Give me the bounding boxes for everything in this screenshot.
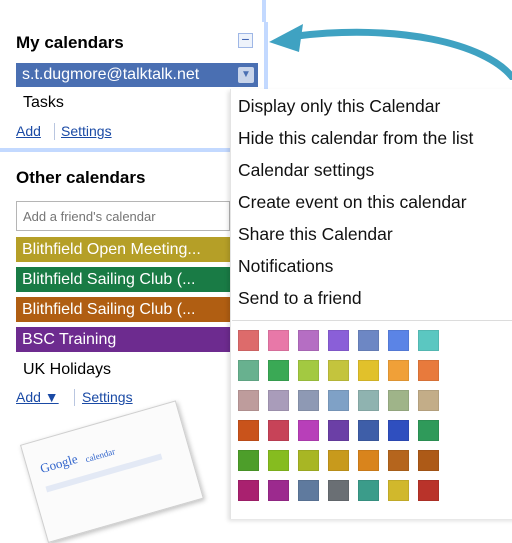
color-swatch[interactable] — [298, 420, 319, 441]
add-friend-calendar-input[interactable] — [16, 201, 230, 231]
tasks-calendar-item[interactable]: Tasks — [23, 94, 64, 112]
calendar-sidebar: My calendars − s.t.dugmore@talktalk.net … — [0, 0, 268, 420]
curved-arrow-icon — [269, 24, 512, 80]
other-calendars-title: Other calendars — [16, 168, 146, 187]
color-swatch[interactable] — [298, 480, 319, 501]
color-swatch[interactable] — [388, 360, 409, 381]
other-calendar-item[interactable]: BSC Training — [16, 327, 248, 352]
color-swatch[interactable] — [268, 390, 289, 411]
color-swatch[interactable] — [388, 480, 409, 501]
color-swatch[interactable] — [358, 330, 379, 351]
color-swatch[interactable] — [238, 330, 259, 351]
color-swatch[interactable] — [388, 450, 409, 471]
sidebar-rail — [262, 0, 266, 22]
color-swatch[interactable] — [268, 330, 289, 351]
other-calendar-item[interactable]: Blithfield Open Meeting... — [16, 237, 248, 262]
color-swatch[interactable] — [388, 330, 409, 351]
link-divider — [74, 389, 75, 406]
account-calendar-label: s.t.dugmore@talktalk.net — [22, 66, 200, 83]
menu-item-notifications[interactable]: Notifications — [238, 256, 333, 277]
color-swatch[interactable] — [328, 420, 349, 441]
color-swatch[interactable] — [418, 330, 439, 351]
color-swatch[interactable] — [298, 390, 319, 411]
color-swatch[interactable] — [298, 330, 319, 351]
menu-item-display-only[interactable]: Display only this Calendar — [238, 96, 440, 117]
color-swatch[interactable] — [328, 390, 349, 411]
color-swatch[interactable] — [298, 450, 319, 471]
color-swatch[interactable] — [418, 420, 439, 441]
account-calendar-item[interactable]: s.t.dugmore@talktalk.net ▼ — [16, 63, 258, 87]
color-swatch[interactable] — [358, 390, 379, 411]
menu-item-hide-calendar[interactable]: Hide this calendar from the list — [238, 128, 473, 149]
color-swatch[interactable] — [388, 390, 409, 411]
color-swatch[interactable] — [238, 450, 259, 471]
color-swatch[interactable] — [358, 360, 379, 381]
minus-square-icon[interactable]: − — [238, 32, 253, 48]
color-swatch[interactable] — [388, 420, 409, 441]
my-calendars-add-link[interactable]: Add — [16, 123, 41, 139]
color-swatch[interactable] — [418, 360, 439, 381]
menu-item-send-to-friend[interactable]: Send to a friend — [238, 288, 362, 309]
color-swatch[interactable] — [328, 360, 349, 381]
my-calendars-title: My calendars — [16, 33, 124, 52]
menu-divider — [232, 320, 512, 321]
color-swatch[interactable] — [328, 450, 349, 471]
color-swatch[interactable] — [358, 450, 379, 471]
menu-item-calendar-settings[interactable]: Calendar settings — [238, 160, 374, 181]
color-swatch[interactable] — [328, 480, 349, 501]
other-calendars-settings-link[interactable]: Settings — [82, 389, 133, 405]
color-swatch[interactable] — [268, 480, 289, 501]
my-calendars-settings-link[interactable]: Settings — [61, 123, 112, 139]
calendar-logo-subtitle: calendar — [84, 446, 117, 465]
color-swatch[interactable] — [268, 450, 289, 471]
color-swatch[interactable] — [418, 390, 439, 411]
menu-item-share-calendar[interactable]: Share this Calendar — [238, 224, 393, 245]
other-calendar-item[interactable]: UK Holidays — [23, 361, 111, 379]
color-swatch[interactable] — [238, 420, 259, 441]
color-swatch[interactable] — [418, 480, 439, 501]
color-swatch[interactable] — [328, 330, 349, 351]
other-calendar-item[interactable]: Blithfield Sailing Club (... — [16, 297, 248, 322]
color-swatch[interactable] — [358, 480, 379, 501]
color-swatch[interactable] — [268, 420, 289, 441]
dropdown-arrow-icon[interactable]: ▼ — [238, 67, 254, 83]
color-swatch[interactable] — [238, 360, 259, 381]
color-swatch[interactable] — [238, 480, 259, 501]
google-calendar-thumbnail: Google calendar — [20, 400, 204, 543]
other-calendar-item[interactable]: Blithfield Sailing Club (... — [16, 267, 248, 292]
color-swatch[interactable] — [418, 450, 439, 471]
color-swatch[interactable] — [268, 360, 289, 381]
color-swatch[interactable] — [238, 390, 259, 411]
google-logo: Google — [38, 451, 80, 477]
link-divider — [54, 123, 55, 140]
other-calendars-add-link[interactable]: Add ▼ — [16, 389, 59, 405]
color-swatch[interactable] — [298, 360, 319, 381]
color-swatch[interactable] — [358, 420, 379, 441]
menu-item-create-event[interactable]: Create event on this calendar — [238, 192, 467, 213]
